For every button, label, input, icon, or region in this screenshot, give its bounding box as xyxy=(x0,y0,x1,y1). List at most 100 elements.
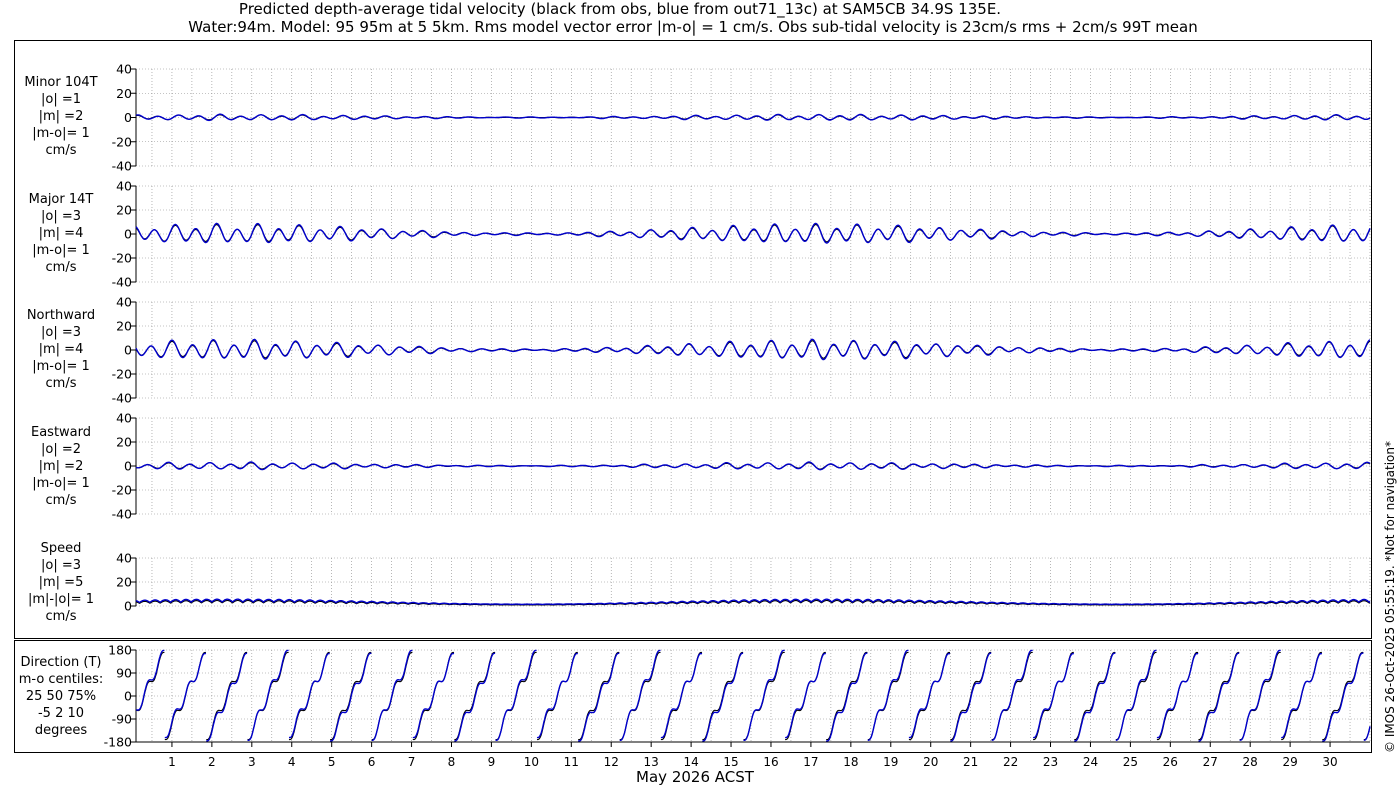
y-tick-label: -20 xyxy=(112,134,132,149)
series-model-minor xyxy=(135,113,1371,122)
panel-label-line: |m-o|= 1 xyxy=(32,243,90,258)
panel-label-line: cm/s xyxy=(45,260,77,275)
x-tick-label: 15 xyxy=(723,755,738,769)
x-tick-label: 21 xyxy=(963,755,978,769)
panel-label-line: |o| =1 xyxy=(40,92,81,107)
x-tick-label: 11 xyxy=(564,755,579,769)
series-model-direction xyxy=(136,649,1371,742)
y-tick-label: -90 xyxy=(112,712,132,727)
y-tick-label: 0 xyxy=(124,689,132,704)
x-tick-label: 5 xyxy=(328,755,336,769)
tidal-velocity-figure: Predicted depth-average tidal velocity (… xyxy=(0,0,1400,800)
x-tick-label: 20 xyxy=(923,755,938,769)
panel-label-line: |o| =3 xyxy=(40,558,81,573)
panel-label-line: Northward xyxy=(26,308,96,323)
y-tick-label: 0 xyxy=(124,227,132,242)
y-tick-label: 40 xyxy=(116,551,132,566)
panel-label-line: 25 50 75% xyxy=(25,689,97,704)
y-tick-label: -20 xyxy=(112,367,132,382)
panel-label-direction: Direction (T) m-o centiles: 25 50 75% -5 2 … xyxy=(14,654,108,739)
y-tick-label: 0 xyxy=(124,599,132,614)
y-tick-label: 40 xyxy=(116,179,132,194)
y-tick-label: -20 xyxy=(112,251,132,266)
y-tick-label: -20 xyxy=(112,483,132,498)
panel-label-line: degrees xyxy=(34,723,88,738)
x-tick-label: 27 xyxy=(1203,755,1218,769)
x-tick-label: 25 xyxy=(1123,755,1138,769)
panel-label-line: |m| =4 xyxy=(38,226,84,241)
panel-label-speed: Speed |o| =3 |m| =5 |m|-|o|= 1 cm/s xyxy=(14,540,108,625)
y-tick-label: 40 xyxy=(116,62,132,77)
panel-label-line: cm/s xyxy=(45,376,77,391)
y-tick-label: 40 xyxy=(116,411,132,426)
y-tick-label: 20 xyxy=(116,86,132,101)
x-tick-label: 19 xyxy=(883,755,898,769)
y-tick-label: 90 xyxy=(116,666,132,681)
chart-svg: 40200-20-4040200-20-4040200-20-4040200-2… xyxy=(14,40,1372,769)
x-tick-label: 9 xyxy=(488,755,496,769)
x-tick-label: 2 xyxy=(208,755,216,769)
x-tick-label: 1 xyxy=(168,755,176,769)
x-tick-label: 10 xyxy=(524,755,539,769)
copyright-notice: © IMOS 26-Oct-2025 05:55:19. *Not for na… xyxy=(1381,408,1397,756)
series-model-east xyxy=(135,461,1371,471)
x-tick-label: 24 xyxy=(1083,755,1098,769)
x-tick-label: 7 xyxy=(408,755,416,769)
y-tick-label: -40 xyxy=(112,391,132,406)
panel-label-line: cm/s xyxy=(45,143,77,158)
panel-label-line: Major 14T xyxy=(28,192,94,207)
x-tick-label: 30 xyxy=(1322,755,1337,769)
series-model-major xyxy=(135,222,1371,244)
panel-label-line: m-o centiles: xyxy=(18,672,104,687)
y-tick-label: 180 xyxy=(108,643,132,658)
y-tick-label: 0 xyxy=(124,343,132,358)
y-tick-label: 20 xyxy=(116,203,132,218)
y-tick-label: 20 xyxy=(116,319,132,334)
x-tick-label: 23 xyxy=(1043,755,1058,769)
y-tick-label: 0 xyxy=(124,110,132,125)
panel-label-line: |o| =3 xyxy=(40,325,81,340)
y-tick-label: 40 xyxy=(116,295,132,310)
x-tick-label: 17 xyxy=(803,755,818,769)
panel-label-east: Eastward |o| =2 |m| =2 |m-o|= 1 cm/s xyxy=(14,424,108,509)
panel-label-line: |o| =2 xyxy=(40,442,81,457)
panel-label-line: |m| =4 xyxy=(38,342,84,357)
panel-label-minor: Minor 104T |o| =1 |m| =2 |m-o|= 1 cm/s xyxy=(14,74,108,159)
x-tick-label: 4 xyxy=(288,755,296,769)
lower-frame xyxy=(14,640,1372,753)
panel-label-line: |m| =2 xyxy=(38,109,84,124)
x-tick-label: 12 xyxy=(604,755,619,769)
panel-label-line: cm/s xyxy=(45,609,77,624)
y-tick-label: -40 xyxy=(112,275,132,290)
series-model-north xyxy=(135,338,1371,361)
x-tick-label: 18 xyxy=(843,755,858,769)
y-tick-label: 20 xyxy=(116,435,132,450)
x-tick-label: 8 xyxy=(448,755,456,769)
panel-label-line: Minor 104T xyxy=(24,75,98,90)
x-tick-label: 26 xyxy=(1163,755,1178,769)
panel-label-line: Speed xyxy=(40,541,82,556)
panel-label-line: |m|-|o|= 1 xyxy=(27,592,95,607)
panel-label-north: Northward |o| =3 |m| =4 |m-o|= 1 cm/s xyxy=(14,307,108,392)
x-tick-label: 22 xyxy=(1003,755,1018,769)
y-tick-label: 20 xyxy=(116,575,132,590)
panel-label-line: |m-o|= 1 xyxy=(32,476,90,491)
panel-label-major: Major 14T |o| =3 |m| =4 |m-o|= 1 cm/s xyxy=(14,191,108,276)
x-tick-label: 29 xyxy=(1282,755,1297,769)
upper-frame xyxy=(14,40,1372,639)
panel-label-line: |m| =2 xyxy=(38,459,84,474)
series-obs-direction xyxy=(136,651,1371,741)
panel-label-line: cm/s xyxy=(45,493,77,508)
panel-label-line: -5 2 10 xyxy=(37,706,85,721)
x-axis-label: May 2026 ACST xyxy=(636,768,754,786)
x-tick-label: 28 xyxy=(1243,755,1258,769)
panel-label-line: Direction (T) xyxy=(20,655,102,670)
x-tick-label: 14 xyxy=(683,755,698,769)
x-tick-label: 16 xyxy=(763,755,778,769)
panel-label-line: |m-o|= 1 xyxy=(32,359,90,374)
panel-label-line: |m| =5 xyxy=(38,575,84,590)
y-tick-label: -40 xyxy=(112,507,132,522)
x-tick-label: 13 xyxy=(644,755,659,769)
copyright-text: © IMOS 26-Oct-2025 05:55:19. *Not for na… xyxy=(1383,441,1397,753)
panel-label-line: |o| =3 xyxy=(40,209,81,224)
